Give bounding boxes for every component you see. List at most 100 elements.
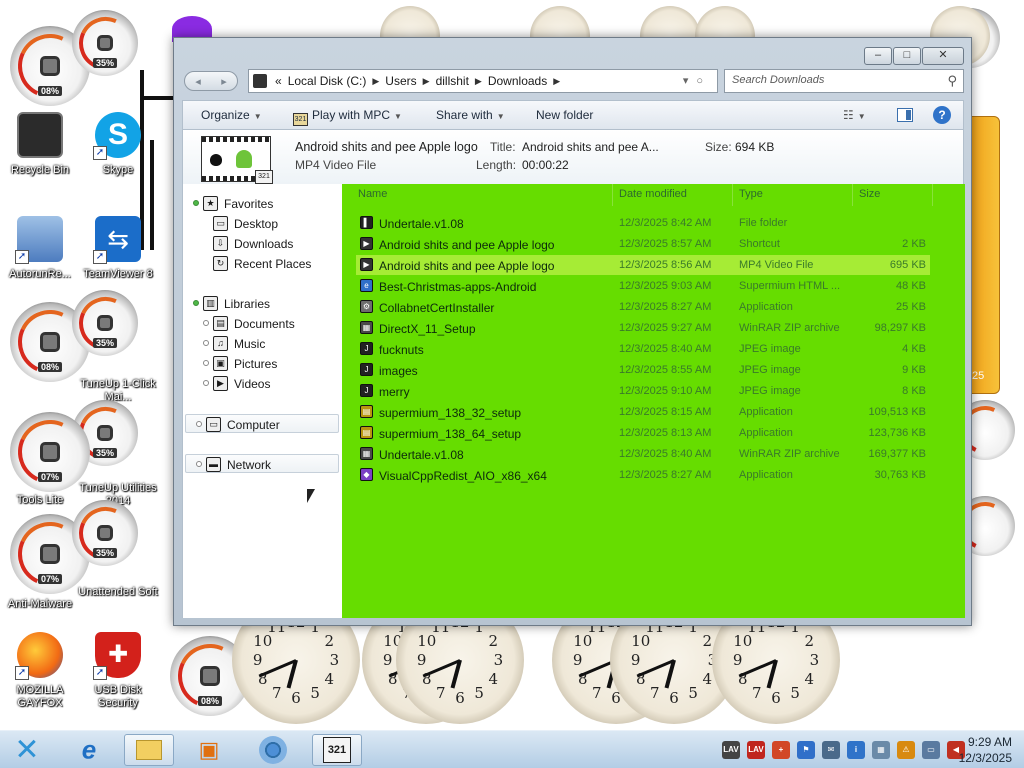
- breadcrumb-local-disk[interactable]: Local Disk (C:): [288, 74, 367, 88]
- ram-gauge-gadget[interactable]: 35%: [71, 499, 139, 567]
- expand-bullet-icon[interactable]: [196, 421, 202, 427]
- nav-computer[interactable]: ▭ Computer: [185, 414, 339, 433]
- breadcrumb-user[interactable]: dillshit: [436, 74, 469, 88]
- nav-favorites[interactable]: ★ Favorites: [183, 194, 341, 213]
- organize-button[interactable]: Organize ▼: [201, 108, 262, 122]
- file-row[interactable]: ▦ DirectX_11_Setup 12/3/2025 9:27 AM WinRAR…: [356, 318, 930, 338]
- expand-bullet-icon[interactable]: [203, 340, 209, 346]
- breadcrumb-users[interactable]: Users: [385, 74, 416, 88]
- nav-downloads[interactable]: ⇩ Downloads: [183, 234, 341, 253]
- tray-icon[interactable]: ⚑: [797, 741, 815, 759]
- address-bar[interactable]: « Local Disk (C:) ▶ Users ▶ dillshit ▶ Down…: [248, 69, 718, 93]
- tray-icon[interactable]: ✉: [822, 741, 840, 759]
- taskbar-mpc[interactable]: 321: [312, 734, 362, 766]
- column-header-size[interactable]: Size: [859, 188, 880, 200]
- new-folder-button[interactable]: New folder: [536, 108, 593, 122]
- close-button[interactable]: ✕: [922, 47, 964, 65]
- address-dropdown-refresh-icon[interactable]: ▾○: [683, 74, 711, 87]
- change-view-button[interactable]: ☷ ▼: [843, 108, 866, 122]
- taskbar-internet-explorer[interactable]: e: [64, 734, 114, 766]
- tray-icon[interactable]: i: [847, 741, 865, 759]
- breadcrumb-overflow[interactable]: «: [275, 74, 282, 88]
- file-row[interactable]: Jfucknuts 12/3/2025 8:40 AM JPEG image 4 KB: [356, 339, 930, 359]
- column-divider[interactable]: [852, 184, 853, 206]
- system-clock[interactable]: 9:29 AM 12/3/2025: [959, 734, 1012, 766]
- file-row[interactable]: ⚙ CollabnetCertInstaller 12/3/2025 8:27 AM…: [356, 297, 930, 317]
- help-icon[interactable]: ?: [933, 106, 951, 124]
- preview-pane-icon[interactable]: [897, 108, 913, 122]
- desktop-icon-anti-malware[interactable]: Anti-Malware: [0, 592, 80, 611]
- desktop-icon-tuneup-1click[interactable]: TuneUp 1-Click Mai...: [78, 372, 158, 404]
- nav-music[interactable]: ♫ Music: [183, 334, 341, 353]
- expand-bullet-icon[interactable]: [203, 320, 209, 326]
- nav-desktop[interactable]: ▭ Desktop: [183, 214, 341, 233]
- nav-libraries[interactable]: ▥ Libraries: [183, 294, 341, 313]
- column-header-name[interactable]: Name: [358, 188, 387, 200]
- title-value[interactable]: Android shits and pee A...: [522, 140, 659, 154]
- tray-icon[interactable]: LAV: [722, 741, 740, 759]
- file-row[interactable]: ▦ Undertale.v1.08 12/3/2025 8:40 AM WinRAR …: [356, 444, 930, 464]
- column-divider[interactable]: [932, 184, 933, 206]
- desktop-icon-unattended[interactable]: Unattended Soft: [78, 580, 158, 599]
- file-row[interactable]: e Best-Christmas-apps-Android 12/3/2025 9:…: [356, 276, 930, 296]
- file-row[interactable]: ▤ supermium_138_32_setup 12/3/2025 8:15 AM…: [356, 402, 930, 422]
- tray-icon[interactable]: LAV: [747, 741, 765, 759]
- maximize-button[interactable]: □: [893, 47, 921, 65]
- share-with-button[interactable]: Share with ▼: [436, 108, 505, 122]
- tray-icon[interactable]: ▭: [922, 741, 940, 759]
- chevron-right-icon[interactable]: ▶: [475, 76, 482, 87]
- nav-network[interactable]: ▬ Network: [185, 454, 339, 473]
- ram-gauge-gadget[interactable]: 35%: [71, 9, 139, 77]
- file-row[interactable]: Jimages 12/3/2025 8:55 AM JPEG image 9 KB: [356, 360, 930, 380]
- column-header-type[interactable]: Type: [739, 188, 763, 200]
- start-button[interactable]: ✕: [2, 734, 52, 767]
- ram-gauge-gadget[interactable]: 35%: [71, 289, 139, 357]
- minimize-button[interactable]: –: [864, 47, 892, 65]
- desktop-icon-usb-disk-security[interactable]: ✚ ➚ USB Disk Security: [78, 632, 158, 710]
- desktop-icon-firefox[interactable]: ➚ MOZILLA GAYFOX: [0, 632, 80, 710]
- file-row[interactable]: Jmerry 12/3/2025 9:10 AM JPEG image 8 KB: [356, 381, 930, 401]
- nav-videos[interactable]: ▶ Videos: [183, 374, 341, 393]
- play-with-mpc-button[interactable]: 321 Play with MPC ▼: [293, 108, 402, 126]
- chevron-right-icon[interactable]: ▶: [423, 76, 430, 87]
- nav-label: Videos: [234, 377, 271, 391]
- desktop-icon-autorunre[interactable]: ➚ AutorunRe...: [0, 216, 80, 281]
- nav-documents[interactable]: ▤ Documents: [183, 314, 341, 333]
- tray-icon[interactable]: +: [772, 741, 790, 759]
- nav-pictures[interactable]: ▣ Pictures: [183, 354, 341, 373]
- cpu-gauge-gadget[interactable]: 07%: [8, 410, 92, 494]
- expand-bullet-icon[interactable]: [203, 360, 209, 366]
- column-header-date[interactable]: Date modified: [619, 188, 687, 200]
- nav-recent-places[interactable]: ↻ Recent Places: [183, 254, 341, 273]
- file-row[interactable]: ◆ VisualCppRedist_AIO_x86_x64 12/3/2025 8:…: [356, 465, 930, 485]
- explorer-window[interactable]: – □ ✕ ◂ ▸ « Local Disk (C:) ▶ Users ▶ dill…: [173, 37, 972, 626]
- clock-numeral: 5: [688, 684, 698, 703]
- file-row[interactable]: ▤ supermium_138_64_setup 12/3/2025 8:13 AM…: [356, 423, 930, 443]
- desktop-icon-recycle-bin[interactable]: Recycle Bin: [0, 112, 80, 177]
- expand-bullet-icon[interactable]: [196, 461, 202, 467]
- expand-bullet-icon[interactable]: [193, 300, 199, 306]
- tray-icon[interactable]: ▦: [872, 741, 890, 759]
- file-row[interactable]: ▶ Android shits and pee Apple logo 12/3/20…: [356, 255, 930, 275]
- search-icon[interactable]: ⚲: [947, 73, 957, 89]
- desktop-icon-skype[interactable]: S ➚ Skype: [78, 112, 158, 177]
- chevron-right-icon[interactable]: ▶: [553, 76, 560, 87]
- taskbar-chrome[interactable]: [248, 734, 298, 766]
- file-row[interactable]: ▌ Undertale.v1.08 12/3/2025 8:42 AM File fo…: [356, 213, 930, 233]
- expand-bullet-icon[interactable]: [193, 200, 199, 206]
- search-input[interactable]: Search Downloads ⚲: [724, 69, 964, 93]
- taskbar-media-player[interactable]: ▣: [184, 734, 234, 766]
- tray-icon[interactable]: ⚠: [897, 741, 915, 759]
- desktop-icon-teamviewer[interactable]: ⇆ ➚ TeamViewer 8: [78, 216, 158, 281]
- file-row[interactable]: ▶ Android shits and pee Apple logo 12/3/20…: [356, 234, 930, 254]
- expand-bullet-icon[interactable]: [203, 380, 209, 386]
- forward-button[interactable]: ▸: [221, 75, 227, 88]
- taskbar-windows-explorer[interactable]: [124, 734, 174, 766]
- clock-numeral: 4: [702, 670, 713, 689]
- chevron-right-icon[interactable]: ▶: [372, 76, 379, 87]
- back-button[interactable]: ◂: [195, 75, 201, 88]
- clock-numeral: 7: [272, 684, 282, 703]
- column-divider[interactable]: [732, 184, 733, 206]
- breadcrumb-downloads[interactable]: Downloads: [488, 74, 547, 88]
- column-divider[interactable]: [612, 184, 613, 206]
